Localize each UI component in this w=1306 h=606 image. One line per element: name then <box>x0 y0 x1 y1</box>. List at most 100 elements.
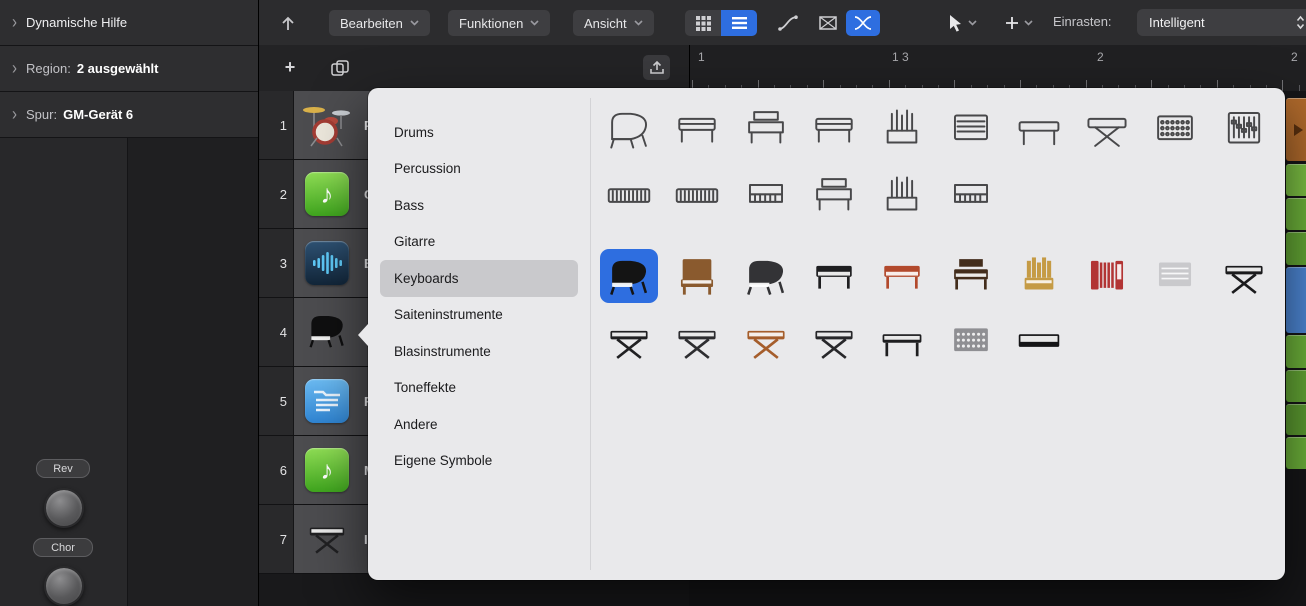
track-icon-button[interactable]: ♪ <box>294 436 360 504</box>
track-icon-button[interactable] <box>294 298 360 366</box>
list-view-button[interactable] <box>721 10 757 36</box>
region-inspector-header[interactable]: › Region: 2 ausgewählt <box>0 46 258 92</box>
track-number: 2 <box>259 160 294 228</box>
instrument-icon-modular-synth-outline[interactable] <box>1215 102 1273 156</box>
instrument-icon-keyboard-x-stand-outline[interactable] <box>1078 102 1136 156</box>
edit-menu-button[interactable]: Bearbeiten <box>329 10 430 36</box>
track-inspector-header[interactable]: › Spur: GM-Gerät 6 <box>0 92 258 138</box>
instrument-icon-upright-piano[interactable] <box>668 249 726 303</box>
automation-button[interactable] <box>771 10 805 36</box>
instrument-icon-stage-piano-outline[interactable] <box>737 102 795 156</box>
instrument-icon-stage-piano[interactable] <box>805 249 863 303</box>
instrument-icon-portative-organ-outline[interactable] <box>873 169 931 223</box>
instrument-icon-grand-piano-outline[interactable] <box>600 102 658 156</box>
ruler-label: 1 3 <box>892 50 909 64</box>
instrument-icon-melodica-outline[interactable] <box>942 169 1000 223</box>
pointer-cursor-icon <box>948 14 963 32</box>
up-arrow-icon <box>278 13 298 33</box>
grid-icon <box>696 16 711 31</box>
region-block[interactable] <box>1286 370 1306 402</box>
instrument-icon-pipe-organ-outline[interactable] <box>873 102 931 156</box>
chevron-down-icon <box>530 20 539 26</box>
crossing-curves-icon <box>854 16 872 30</box>
chorus-send-button[interactable]: Chor <box>33 538 93 557</box>
instrument-icon-combo-organ-outline[interactable] <box>737 169 795 223</box>
instrument-icon-synth-module-outline[interactable] <box>1146 102 1204 156</box>
pointer-tool-menu[interactable] <box>939 10 985 36</box>
instrument-icon-clavinet[interactable] <box>942 249 1000 303</box>
instrument-icon-rhythm-organ[interactable] <box>942 314 1000 368</box>
instrument-icon-vintage-synth[interactable] <box>737 314 795 368</box>
secondary-tool-menu[interactable] <box>996 10 1042 36</box>
marquee-tool-button[interactable] <box>811 10 845 36</box>
grid-view-button[interactable] <box>685 10 721 36</box>
inspector-body: Rev Chor <box>0 138 258 606</box>
region-block[interactable] <box>1286 335 1306 368</box>
ruler-label: 2 <box>1291 50 1298 64</box>
channel-strip-panel: Rev Chor <box>0 138 128 606</box>
midi-note-icon: ♪ <box>305 172 349 216</box>
arrow-up-from-tray-icon <box>649 60 665 75</box>
instrument-icon-analog-synth[interactable] <box>805 314 863 368</box>
disclosure-icon[interactable]: › <box>12 106 17 124</box>
reverb-send-knob[interactable] <box>44 488 84 528</box>
track-icon-button[interactable] <box>294 367 360 435</box>
instrument-icon-electric-piano[interactable] <box>873 249 931 303</box>
view-menu-button[interactable]: Ansicht <box>573 10 654 36</box>
instrument-icon-harmonium[interactable] <box>1146 249 1204 303</box>
region-block[interactable] <box>1286 404 1306 435</box>
inspector-secondary-panel <box>128 138 258 606</box>
track-icon-button[interactable] <box>294 229 360 297</box>
region-block[interactable] <box>1286 198 1306 230</box>
instrument-icon-electric-grand-outline[interactable] <box>668 102 726 156</box>
instrument-icon-keyboard-61-outline[interactable] <box>668 169 726 223</box>
region-block[interactable] <box>1286 267 1306 333</box>
track-number: 1 <box>259 91 294 159</box>
instrument-icon-tonewheel-organ-outline[interactable] <box>942 102 1000 156</box>
icon-picker-popover: DrumsPercussionBassGitarreKeyboardsSaite… <box>368 88 1285 580</box>
instrument-icon-digital-piano-outline[interactable] <box>805 169 863 223</box>
instrument-icon-accordion[interactable] <box>1078 249 1136 303</box>
track-icon-button[interactable]: ♪ <box>294 160 360 228</box>
automation-curve-icon <box>778 15 798 31</box>
section-label: Dynamische Hilfe <box>26 15 127 30</box>
instrument-icon-pipe-organ[interactable] <box>1010 249 1068 303</box>
instrument-icon-keyboard-76-outline[interactable] <box>600 169 658 223</box>
menu-label: Funktionen <box>459 16 523 31</box>
region-block[interactable] <box>1286 98 1306 161</box>
instrument-icon-baby-grand[interactable] <box>737 249 795 303</box>
catch-playhead-button[interactable] <box>271 10 305 36</box>
drum-kit-icon <box>301 101 353 149</box>
functions-menu-button[interactable]: Funktionen <box>448 10 550 36</box>
region-block[interactable] <box>1286 437 1306 469</box>
reverb-send-button[interactable]: Rev <box>36 459 90 478</box>
track-icon-button[interactable] <box>294 91 360 159</box>
snap-label: Einrasten: <box>1053 14 1112 29</box>
snap-select[interactable]: Intelligent <box>1137 9 1306 36</box>
crossfade-mode-button[interactable] <box>846 10 880 36</box>
instrument-icon-grand-piano-black[interactable] <box>600 249 658 303</box>
instrument-icon-master-keyboard[interactable] <box>1010 314 1068 368</box>
instrument-icon-electric-piano-outline[interactable] <box>805 102 863 156</box>
track-icon-button[interactable] <box>294 505 360 573</box>
instrument-icon-keyboard-stand[interactable] <box>600 314 658 368</box>
hide-tracks-button[interactable] <box>643 55 670 80</box>
track-number: 6 <box>259 436 294 504</box>
duplicate-track-button[interactable] <box>327 57 353 79</box>
add-track-button[interactable]: + <box>278 56 302 79</box>
icon-grid <box>368 88 1285 580</box>
dynamic-help-header[interactable]: › Dynamische Hilfe <box>0 0 258 46</box>
instrument-icon-stage-synth[interactable] <box>873 314 931 368</box>
instrument-icon-keyboard-outline[interactable] <box>1010 102 1068 156</box>
region-block[interactable] <box>1286 164 1306 196</box>
region-block[interactable] <box>1286 232 1306 265</box>
instrument-icon-stage-keyboard[interactable] <box>1215 249 1273 303</box>
regions-strip <box>1286 91 1306 606</box>
ruler-scale[interactable]: 11 322 <box>689 45 1306 92</box>
chorus-send-knob[interactable] <box>44 566 84 606</box>
disclosure-icon[interactable]: › <box>12 60 17 78</box>
instrument-icon-synth-workstation[interactable] <box>668 314 726 368</box>
plus-crosshair-icon <box>1005 16 1019 30</box>
disclosure-icon[interactable]: › <box>12 14 17 32</box>
track-number: 7 <box>259 505 294 573</box>
